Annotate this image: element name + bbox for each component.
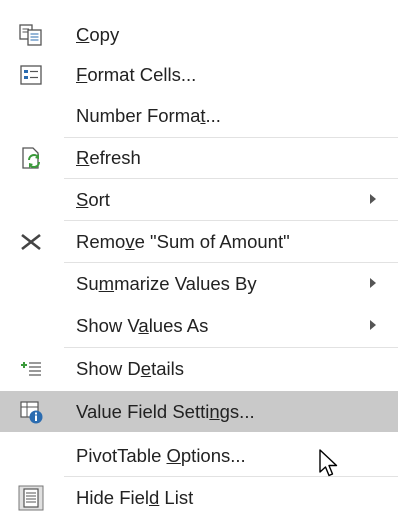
menu-item-refresh[interactable]: Refresh xyxy=(0,137,398,178)
mouse-pointer-icon xyxy=(319,449,338,477)
menu-item-value-field-settings[interactable]: Value Field Settings... xyxy=(0,391,398,432)
menu-item-show-values-as[interactable]: Show Values As xyxy=(0,305,398,346)
field-list-icon xyxy=(18,485,44,511)
menu-item-hide-field-list[interactable]: Hide Field List xyxy=(0,477,398,518)
value-field-settings-icon xyxy=(20,401,43,424)
menu-item-summarize-values-by[interactable]: Summarize Values By xyxy=(0,263,398,304)
context-menu: Copy Format Cells... Number Format... Re… xyxy=(0,0,398,521)
menu-item-label: Number Format... xyxy=(76,105,221,126)
menu-item-label: Sort xyxy=(76,189,110,210)
copy-icon xyxy=(19,24,42,46)
menu-item-label: Summarize Values By xyxy=(76,273,257,294)
refresh-icon xyxy=(22,147,40,169)
menu-item-label: Hide Field List xyxy=(76,487,194,508)
menu-item-show-details[interactable]: Show Details xyxy=(0,348,398,389)
menu-item-label: Value Field Settings... xyxy=(76,401,255,422)
submenu-arrow-icon xyxy=(370,278,376,288)
menu-item-label: Show Values As xyxy=(76,315,209,336)
menu-item-label: Remove "Sum of Amount" xyxy=(76,231,290,252)
menu-item-label: Format Cells... xyxy=(76,64,197,85)
menu-item-label: PivotTable Options... xyxy=(76,445,246,466)
menu-item-label: Copy xyxy=(76,24,120,45)
show-details-icon xyxy=(21,362,41,376)
menu-item-remove-sum-of-amount[interactable]: Remove "Sum of Amount" xyxy=(0,221,398,262)
menu-item-format-cells[interactable]: Format Cells... xyxy=(0,54,398,95)
menu-item-label: Show Details xyxy=(76,358,184,379)
menu-item-number-format[interactable]: Number Format... xyxy=(0,95,398,136)
menu-item-sort[interactable]: Sort xyxy=(0,179,398,220)
submenu-arrow-icon xyxy=(370,194,376,204)
remove-x-icon xyxy=(21,233,41,251)
format-cells-icon xyxy=(20,65,42,85)
menu-item-label: Refresh xyxy=(76,147,141,168)
menu-item-copy[interactable]: Copy xyxy=(0,14,398,55)
submenu-arrow-icon xyxy=(370,320,376,330)
